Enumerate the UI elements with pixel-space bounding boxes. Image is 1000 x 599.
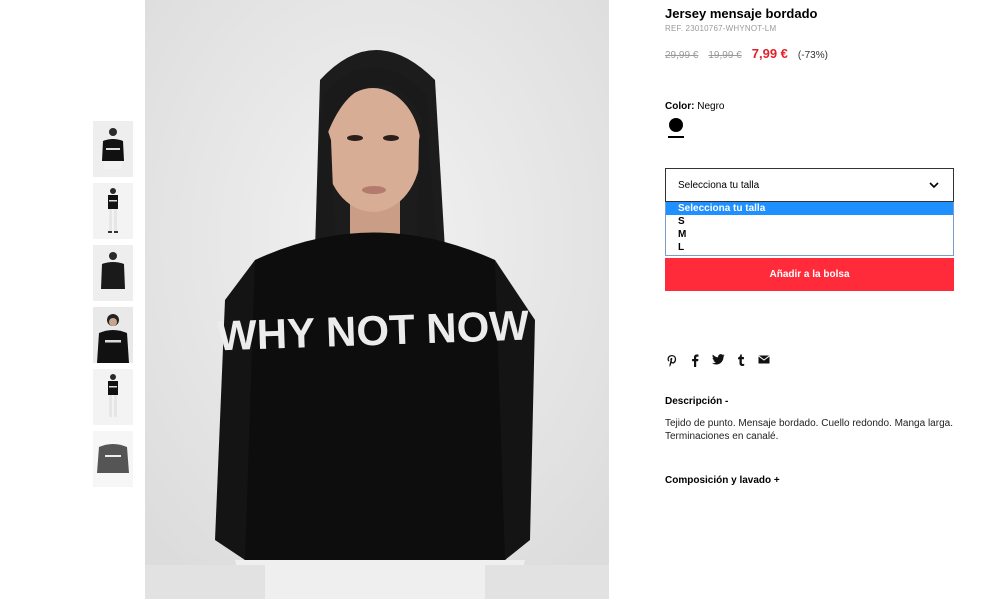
size-option-s[interactable]: S	[666, 215, 953, 228]
thumbnail-gallery	[93, 121, 133, 493]
description-toggle[interactable]: Descripción -	[665, 396, 728, 407]
original-price: 29,99 €	[665, 50, 699, 61]
sale-price: 7,99 €	[751, 46, 788, 61]
discount-badge: (-73%)	[797, 50, 828, 61]
description-text: Tejido de punto. Mensaje bordado. Cuello…	[665, 418, 953, 442]
size-select[interactable]: Selecciona tu talla	[665, 168, 954, 202]
thumbnail-1[interactable]	[93, 121, 133, 177]
size-select-label: Selecciona tu talla	[678, 180, 760, 191]
model-photo	[145, 0, 609, 599]
share-icons	[665, 354, 771, 368]
product-reference: REF. 23010767-WHYNOT-LM	[665, 24, 777, 33]
size-dropdown-list: Selecciona tu talla S M L	[665, 202, 954, 256]
color-value: Negro	[697, 101, 725, 112]
email-icon[interactable]	[757, 354, 771, 368]
size-option-m[interactable]: M	[666, 228, 953, 241]
previous-price: 19,99 €	[708, 50, 742, 61]
selected-swatch-indicator	[668, 136, 684, 138]
thumbnail-4[interactable]	[93, 307, 133, 363]
product-title: Jersey mensaje bordado	[665, 6, 818, 21]
size-option-l[interactable]: L	[666, 241, 953, 254]
facebook-icon[interactable]	[688, 354, 702, 368]
thumbnail-5[interactable]	[93, 369, 133, 425]
main-product-image[interactable]: WHY NOT NOW	[145, 0, 609, 599]
color-swatch-negro[interactable]	[669, 118, 683, 132]
size-option-placeholder[interactable]: Selecciona tu talla	[666, 202, 953, 215]
thumbnail-2[interactable]	[93, 183, 133, 239]
color-label: Color:	[665, 101, 695, 112]
add-to-bag-button[interactable]: Añadir a la bolsa	[665, 258, 954, 291]
thumbnail-3[interactable]	[93, 245, 133, 301]
chevron-down-icon	[929, 182, 939, 189]
pinterest-icon[interactable]	[665, 354, 679, 368]
thumbnail-6[interactable]	[93, 431, 133, 487]
color-row: Color: Negro	[665, 101, 724, 112]
price-row: 29,99 € 19,99 € 7,99 € (-73%)	[665, 46, 828, 61]
composition-toggle[interactable]: Composición y lavado +	[665, 475, 780, 486]
twitter-icon[interactable]	[711, 354, 725, 368]
tumblr-icon[interactable]	[734, 354, 748, 368]
